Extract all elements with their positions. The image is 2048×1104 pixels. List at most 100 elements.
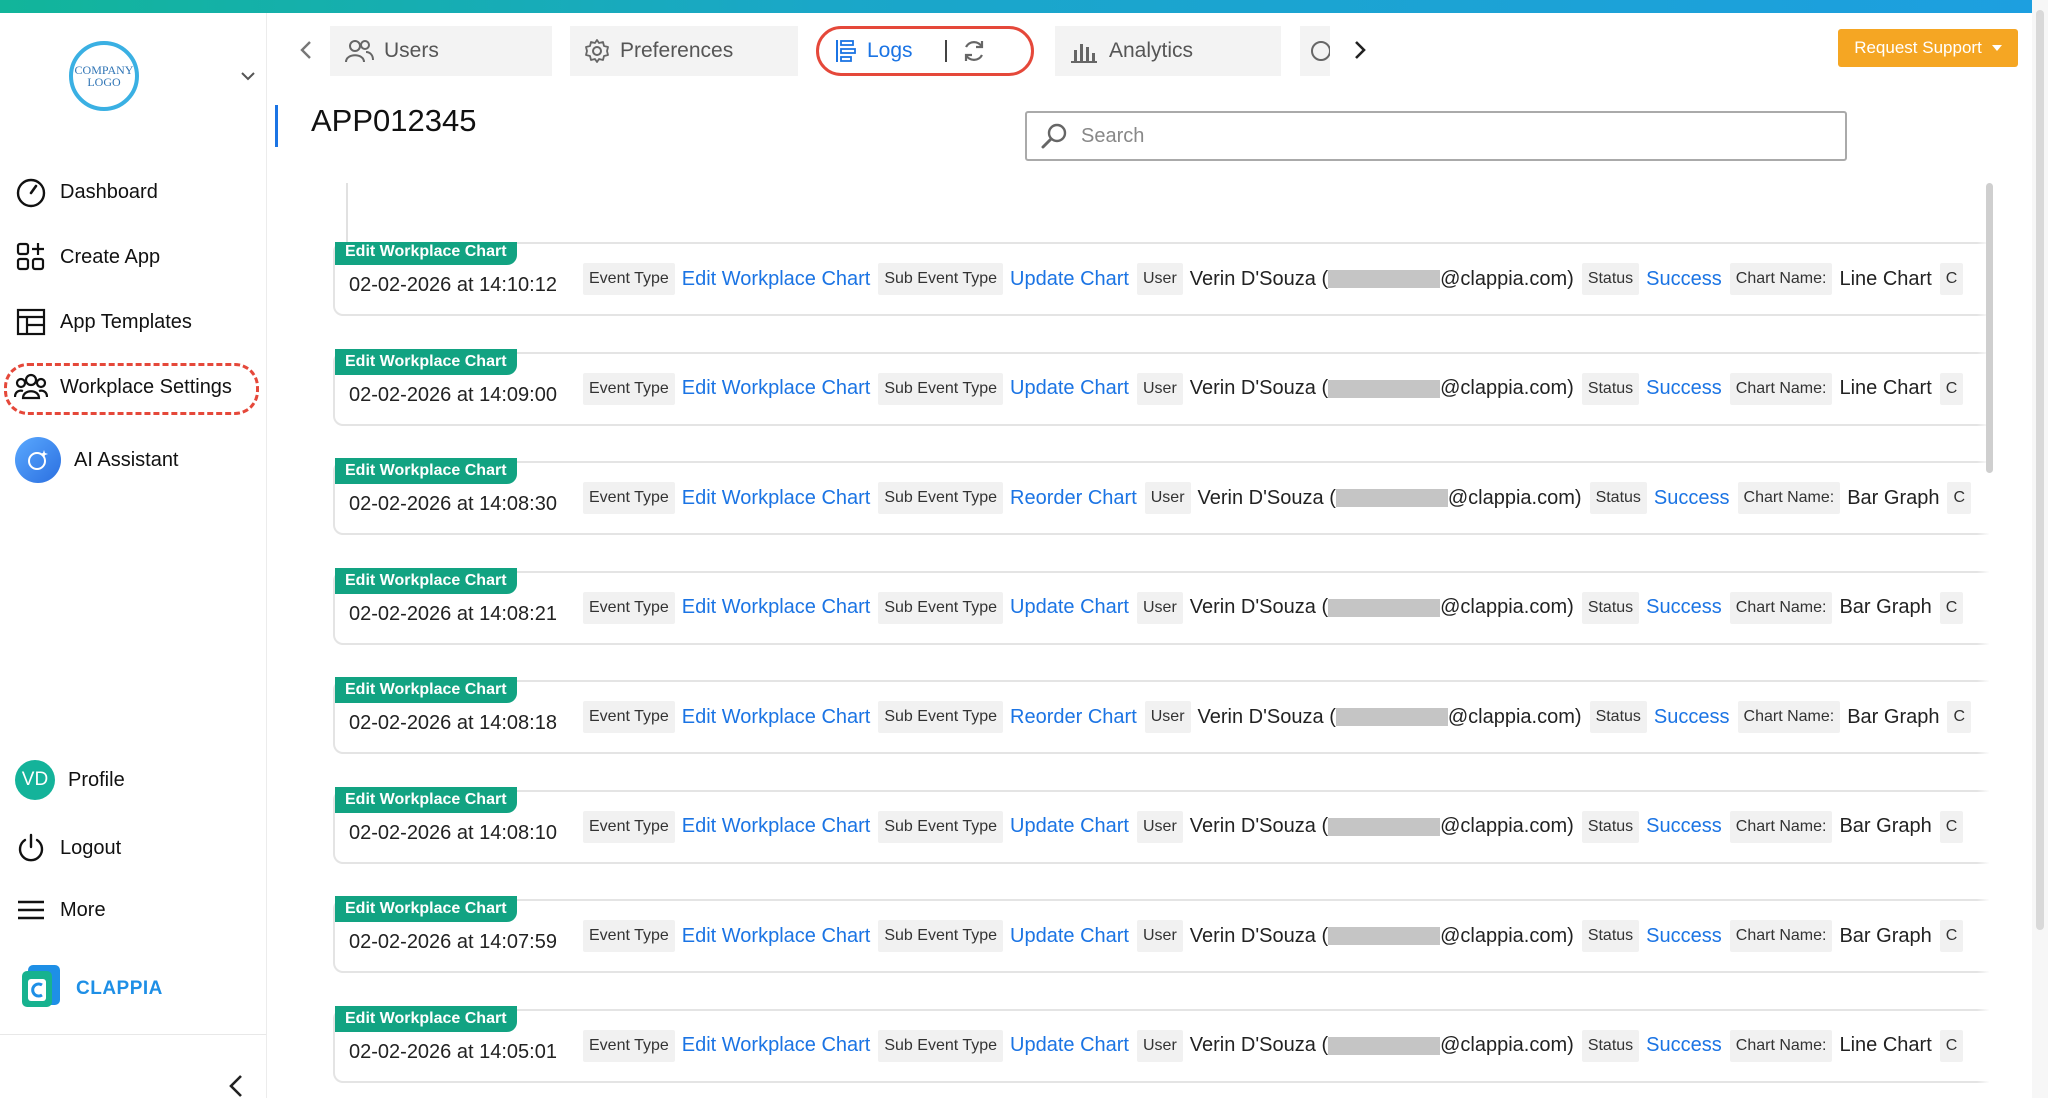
user-value: Verin D'Souza (@clappia.com) [1190, 815, 1574, 838]
chart-name-value: Bar Graph [1839, 924, 1932, 947]
chevron-down-icon[interactable] [240, 68, 256, 86]
user-label: User [1144, 482, 1191, 514]
sidebar-item-ai-assistant[interactable]: AI Assistant [14, 437, 179, 483]
main-content: APP012345 Edit Workplace Chart 02-02-2026… [267, 83, 2048, 1098]
sidebar-item-profile[interactable]: VD Profile [14, 758, 125, 802]
top-accent-bar [0, 0, 2048, 13]
log-row[interactable]: Edit Workplace Chart 02-02-2026 at 14:07:… [333, 896, 1989, 973]
sub-event-type-value[interactable]: Update Chart [1010, 596, 1129, 619]
tab-label: Analytics [1109, 39, 1194, 62]
sidebar-item-label: App Templates [60, 310, 192, 333]
tab-preferences[interactable]: Preferences [570, 26, 798, 76]
grid-plus-icon [14, 240, 48, 274]
chart-name-label: Chart Name: [1729, 263, 1833, 295]
sidebar-item-more[interactable]: More [14, 888, 106, 932]
event-type-value[interactable]: Edit Workplace Chart [682, 706, 871, 729]
sub-event-type-value[interactable]: Update Chart [1010, 377, 1129, 400]
truncated-field-label: C [1939, 920, 1964, 952]
tab-bar: Users Preferences Logs Analytics Request… [267, 13, 2048, 83]
log-row[interactable]: Edit Workplace Chart 02-02-2026 at 14:08:… [333, 677, 1989, 754]
page-title: APP012345 [311, 103, 477, 138]
sidebar-item-label: Logout [60, 836, 122, 859]
page-scrollbar-thumb[interactable] [2036, 10, 2044, 930]
event-type-label: Event Type [583, 591, 675, 624]
gauge-icon [14, 175, 48, 209]
company-logo[interactable]: COMPANY LOGO [69, 41, 139, 111]
sidebar-item-label: Workplace Settings [60, 375, 232, 398]
sub-event-type-value[interactable]: Update Chart [1010, 815, 1129, 838]
status-label: Status [1581, 920, 1640, 952]
log-timestamp: 02-02-2026 at 14:08:30 [349, 493, 557, 515]
log-fields: Event Type Edit Workplace Chart Sub Event … [583, 919, 1970, 953]
log-row[interactable]: Edit Workplace Chart 02-02-2026 at 14:10:… [333, 242, 1989, 316]
user-name: Verin D'Souza ( [1189, 267, 1329, 290]
status-value: Success [1653, 705, 1730, 728]
event-badge: Edit Workplace Chart [335, 677, 517, 703]
tab-users[interactable]: Users [330, 26, 552, 76]
redacted-email [1328, 379, 1441, 398]
event-type-value[interactable]: Edit Workplace Chart [682, 377, 871, 400]
event-type-value[interactable]: Edit Workplace Chart [682, 815, 871, 838]
tab-partial-hidden[interactable] [1300, 26, 1330, 76]
search-input[interactable] [1079, 123, 1843, 149]
log-row[interactable]: Edit Workplace Chart 02-02-2026 at 14:05:… [333, 1005, 1989, 1083]
event-badge: Edit Workplace Chart [335, 896, 517, 922]
chart-name-value: Line Chart [1839, 377, 1932, 399]
sub-event-type-value[interactable]: Update Chart [1010, 1034, 1129, 1057]
user-value: Verin D'Souza (@clappia.com) [1190, 596, 1574, 619]
tabs-scroll-left-icon[interactable] [299, 39, 313, 66]
chart-name-value: Bar Graph [1839, 815, 1932, 837]
log-row[interactable]: Edit Workplace Chart 02-02-2026 at 14:09:… [333, 348, 1989, 426]
collapse-sidebar-icon[interactable] [228, 1073, 244, 1104]
chart-name-label: Chart Name: [1737, 482, 1841, 514]
user-domain: @clappia.com) [1440, 377, 1574, 399]
tabs-scroll-right-icon[interactable] [1353, 39, 1367, 66]
sidebar-item-app-templates[interactable]: App Templates [14, 300, 192, 344]
redacted-email [1328, 817, 1441, 836]
hamburger-icon [14, 893, 48, 927]
refresh-icon[interactable] [961, 38, 987, 64]
chart-name-value: Line Chart [1839, 1034, 1932, 1056]
gear-icon [584, 38, 610, 64]
event-type-value[interactable]: Edit Workplace Chart [682, 268, 871, 291]
log-timestamp: 02-02-2026 at 14:08:18 [349, 712, 557, 734]
sidebar-item-workplace-settings[interactable]: Workplace Settings [14, 365, 232, 409]
chart-name-value: Bar Graph [1839, 596, 1932, 618]
log-row[interactable]: Edit Workplace Chart 02-02-2026 at 14:08:… [333, 786, 1989, 864]
search-box[interactable] [1025, 111, 1847, 161]
sidebar-item-dashboard[interactable]: Dashboard [14, 170, 158, 214]
truncated-field-label: C [1947, 482, 1972, 514]
sub-event-type-value[interactable]: Reorder Chart [1010, 706, 1137, 729]
log-scrollbar-thumb[interactable] [1986, 183, 1993, 473]
request-support-button[interactable]: Request Support [1838, 29, 2018, 67]
log-row[interactable]: Edit Workplace Chart 02-02-2026 at 14:08:… [333, 458, 1989, 535]
sidebar-item-logout[interactable]: Logout [14, 826, 121, 870]
people-icon [14, 370, 48, 404]
status-value: Success [1646, 1034, 1722, 1056]
event-badge: Edit Workplace Chart [335, 242, 517, 265]
status-label: Status [1581, 372, 1640, 405]
sub-event-type-value[interactable]: Update Chart [1010, 925, 1129, 948]
truncated-field-label: C [1939, 1029, 1964, 1062]
sidebar-item-label: Dashboard [60, 180, 158, 203]
tab-logs[interactable]: Logs [816, 26, 1034, 76]
event-type-value[interactable]: Edit Workplace Chart [682, 925, 871, 948]
timeline-line [346, 183, 348, 251]
tab-analytics[interactable]: Analytics [1055, 26, 1281, 76]
sidebar-item-create-app[interactable]: Create App [14, 235, 160, 279]
user-label: User [1137, 263, 1183, 295]
chart-name-value: Bar Graph [1847, 486, 1940, 509]
tab-label: Logs [867, 39, 913, 62]
sidebar-divider [0, 1034, 266, 1035]
log-fields: Event Type Edit Workplace Chart Sub Event … [583, 591, 1970, 625]
sub-event-type-value[interactable]: Reorder Chart [1010, 487, 1137, 510]
status-value: Success [1646, 596, 1722, 618]
event-type-value[interactable]: Edit Workplace Chart [682, 1034, 871, 1057]
user-label: User [1137, 1029, 1183, 1062]
event-type-value[interactable]: Edit Workplace Chart [682, 596, 871, 619]
log-row[interactable]: Edit Workplace Chart 02-02-2026 at 14:08:… [333, 567, 1989, 645]
log-timestamp: 02-02-2026 at 14:08:10 [349, 821, 557, 844]
sub-event-type-value[interactable]: Update Chart [1010, 268, 1129, 291]
status-label: Status [1581, 263, 1640, 295]
event-type-value[interactable]: Edit Workplace Chart [682, 487, 871, 510]
